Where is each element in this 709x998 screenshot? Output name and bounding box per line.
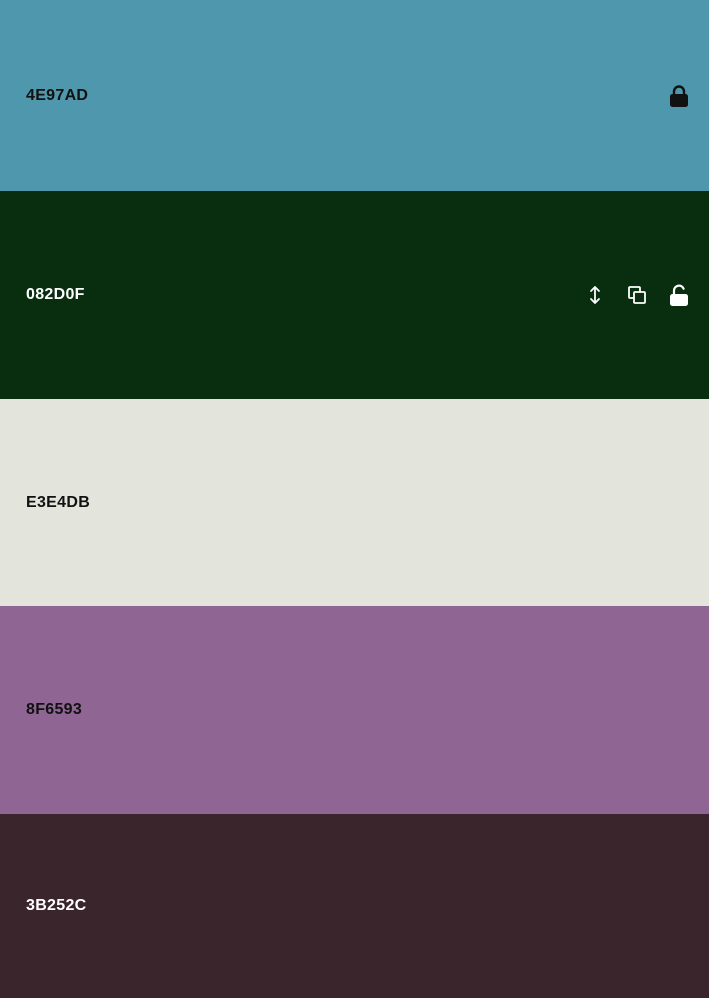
swatch-3[interactable]: E3E4DB: [0, 399, 709, 606]
swatch-hex-label[interactable]: 4E97AD: [26, 87, 88, 104]
lock-closed-icon[interactable]: [669, 84, 689, 107]
swatch-hex-label[interactable]: E3E4DB: [26, 494, 90, 511]
lock-open-icon[interactable]: [669, 284, 689, 306]
swatch-1[interactable]: 4E97AD: [0, 0, 709, 191]
swatch-4[interactable]: 8F6593: [0, 606, 709, 814]
swatch-2[interactable]: 082D0F: [0, 191, 709, 399]
drag-vertical-icon[interactable]: [585, 284, 605, 306]
swatch-hex-label[interactable]: 082D0F: [26, 287, 85, 303]
swatch-5[interactable]: 3B252C: [0, 814, 709, 998]
swatch-hex-label[interactable]: 8F6593: [26, 702, 82, 718]
copy-icon[interactable]: [627, 284, 647, 306]
swatch-toolbar: [669, 84, 689, 107]
swatch-hex-label[interactable]: 3B252C: [26, 898, 87, 914]
swatch-toolbar: [585, 284, 689, 306]
color-palette: 4E97AD 082D0F E3E4DB 8F6593 3B252C: [0, 0, 709, 998]
